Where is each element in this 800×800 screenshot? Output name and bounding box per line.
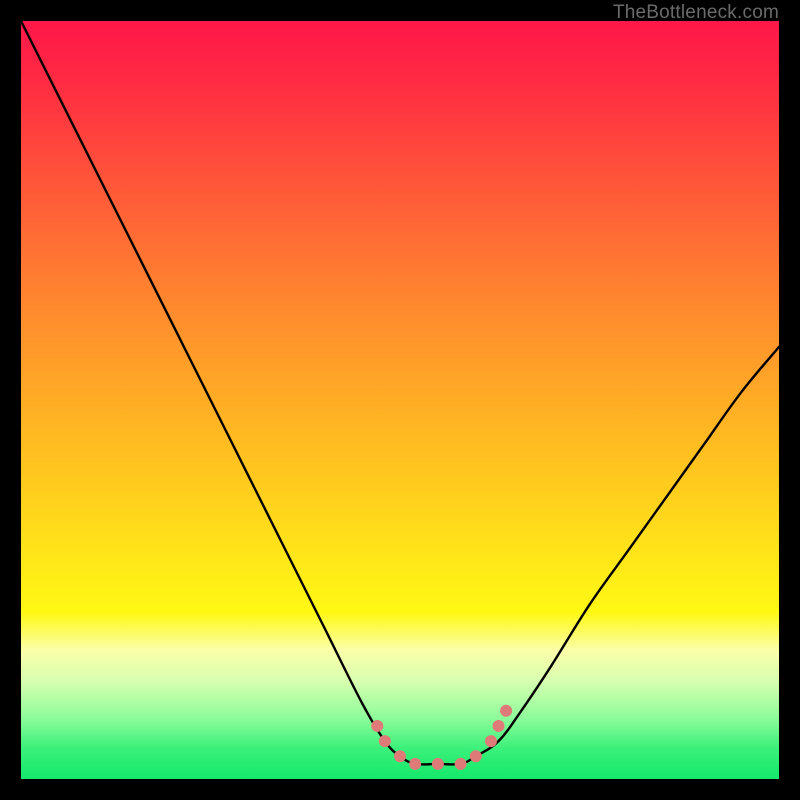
curve-left-segment [21,21,438,764]
plot-area [21,21,779,779]
marker-dot [485,735,497,747]
marker-dot [455,758,467,770]
curve-path-group [21,21,779,764]
curve-right-segment [438,347,779,765]
marker-dot [493,720,505,732]
chart-frame: TheBottleneck.com [0,0,800,800]
marker-dot [394,750,406,762]
marker-dot [500,705,512,717]
marker-dot [409,758,421,770]
marker-dot [379,735,391,747]
highlight-markers [371,705,512,770]
marker-dot [470,750,482,762]
curve-svg [21,21,779,779]
marker-dot [371,720,383,732]
marker-dot [432,758,444,770]
